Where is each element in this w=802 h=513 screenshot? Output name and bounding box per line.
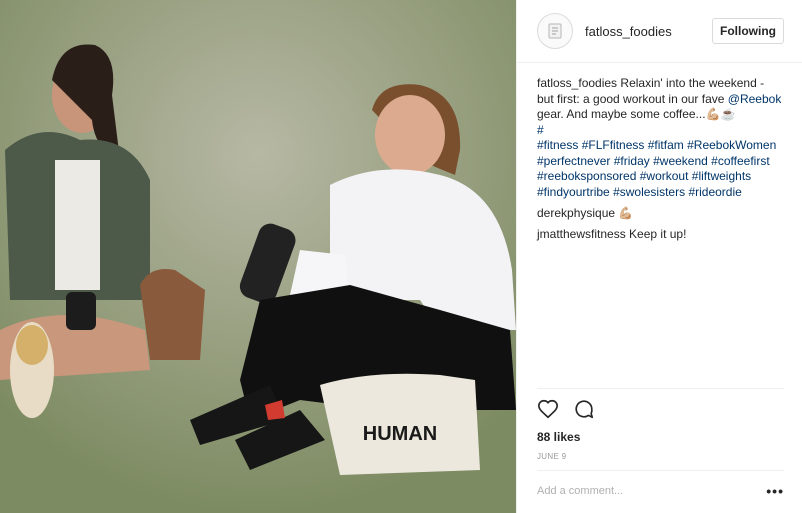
hashtag[interactable]: #workout [640, 169, 689, 183]
comment-icon[interactable] [573, 398, 595, 420]
likes-count[interactable]: 88 likes [537, 430, 580, 444]
hashtag[interactable]: #FLFfitness [582, 138, 645, 152]
divider [537, 388, 784, 389]
comment-text: 💪🏼 [618, 206, 634, 220]
caption-hash: # [537, 122, 544, 137]
tote-text: HUMAN [363, 423, 437, 445]
hashtag[interactable]: #weekend [653, 154, 708, 168]
avatar-icon[interactable] [537, 13, 573, 49]
post-date: JUNE 9 [537, 452, 567, 461]
comment-username[interactable]: jmatthewsfitness [537, 227, 626, 241]
caption-text-2: gear. And maybe some coffee...💪🏼☕️ [537, 107, 736, 121]
caption-mention[interactable]: @Reebok [728, 92, 782, 106]
comment-text: Keep it up! [629, 226, 687, 241]
post-panel: fatloss_foodies Following fatloss_foodie… [516, 0, 802, 513]
instagram-post: HUMAN fatloss_foodies Following fatloss_… [0, 0, 802, 513]
divider [537, 470, 784, 471]
hashtag[interactable]: #swolesisters [613, 185, 685, 199]
hashtag[interactable]: #rideordie [688, 185, 741, 199]
hashtag[interactable]: #liftweights [692, 169, 751, 183]
comment-item: jmatthewsfitness Keep it up! [537, 227, 784, 243]
comment-username[interactable]: derekphysique [537, 206, 615, 220]
hashtag[interactable]: #findyourtribe [537, 185, 610, 199]
comments-section: fatloss_foodies Relaxin' into the weeken… [517, 63, 802, 242]
comment-input[interactable] [537, 485, 757, 497]
hashtag[interactable]: #fitness [537, 138, 578, 152]
hashtag[interactable]: #ReebokWomen [687, 138, 776, 152]
heart-icon[interactable] [537, 398, 559, 420]
hashtag[interactable]: #fitfam [648, 138, 684, 152]
caption-username[interactable]: fatloss_foodies [537, 76, 617, 90]
following-button[interactable]: Following [712, 18, 784, 44]
photo-illustration: HUMAN [0, 0, 516, 513]
more-options-button[interactable]: ••• [766, 483, 784, 499]
header-username[interactable]: fatloss_foodies [585, 24, 712, 39]
hashtag[interactable]: #reeboksponsored [537, 169, 636, 183]
action-bar [537, 398, 595, 420]
hashtag[interactable]: #friday [614, 154, 650, 168]
tote-bag: HUMAN [320, 373, 480, 475]
caption: fatloss_foodies Relaxin' into the weeken… [537, 76, 784, 200]
comment-item: derekphysique 💪🏼 [537, 206, 784, 222]
hashtag[interactable]: #coffeefirst [711, 154, 769, 168]
hashtag[interactable]: #perfectnever [537, 154, 610, 168]
post-photo[interactable]: HUMAN [0, 0, 516, 513]
post-header: fatloss_foodies Following [517, 0, 802, 63]
